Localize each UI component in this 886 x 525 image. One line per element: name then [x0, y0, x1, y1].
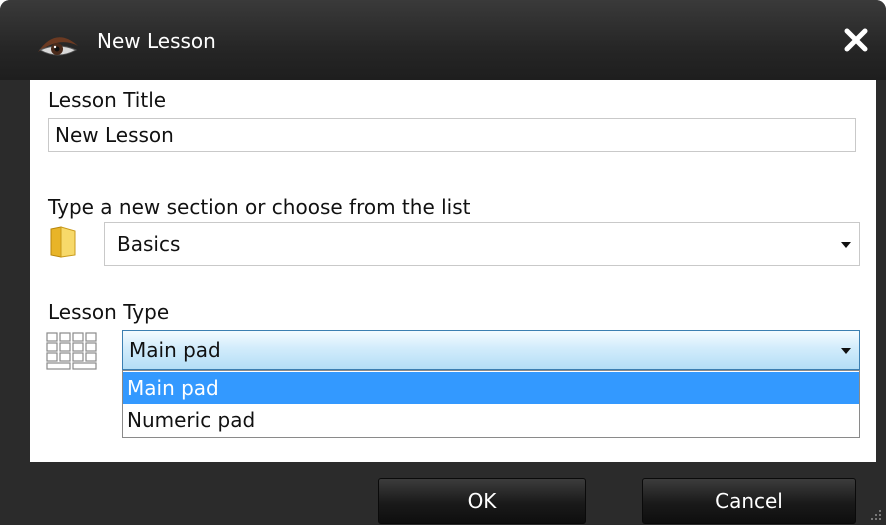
button-bar: OK Cancel	[0, 462, 886, 525]
dialog-content: Lesson Title Type a new section or choos…	[30, 80, 876, 462]
lesson-type-combobox-value: Main pad	[129, 338, 221, 362]
new-lesson-dialog: New Lesson Lesson Title Type a new secti…	[0, 0, 886, 525]
lesson-title-input[interactable]	[48, 118, 856, 152]
lesson-type-label: Lesson Type	[48, 300, 170, 324]
lesson-title-label: Lesson Title	[48, 88, 167, 112]
ok-button[interactable]: OK	[378, 478, 586, 524]
resize-grip-icon[interactable]	[870, 509, 882, 521]
chevron-down-icon[interactable]	[841, 242, 851, 248]
keyboard-icon	[46, 332, 97, 370]
folder-icon	[50, 226, 76, 258]
window-title: New Lesson	[97, 29, 216, 53]
close-icon[interactable]	[840, 24, 872, 56]
dropdown-option-numeric-pad[interactable]: Numeric pad	[123, 404, 859, 436]
lesson-type-combobox[interactable]: Main pad	[122, 330, 860, 370]
lesson-type-dropdown-list: Main pad Numeric pad	[122, 370, 860, 438]
dropdown-option-main-pad[interactable]: Main pad	[123, 372, 859, 404]
title-bar[interactable]: New Lesson	[0, 0, 886, 80]
section-combobox-value: Basics	[117, 232, 181, 256]
section-label: Type a new section or choose from the li…	[48, 195, 471, 219]
eye-logo-icon	[38, 37, 78, 56]
section-combobox[interactable]: Basics	[104, 222, 860, 266]
chevron-down-icon[interactable]	[841, 348, 851, 354]
cancel-button[interactable]: Cancel	[642, 478, 856, 524]
